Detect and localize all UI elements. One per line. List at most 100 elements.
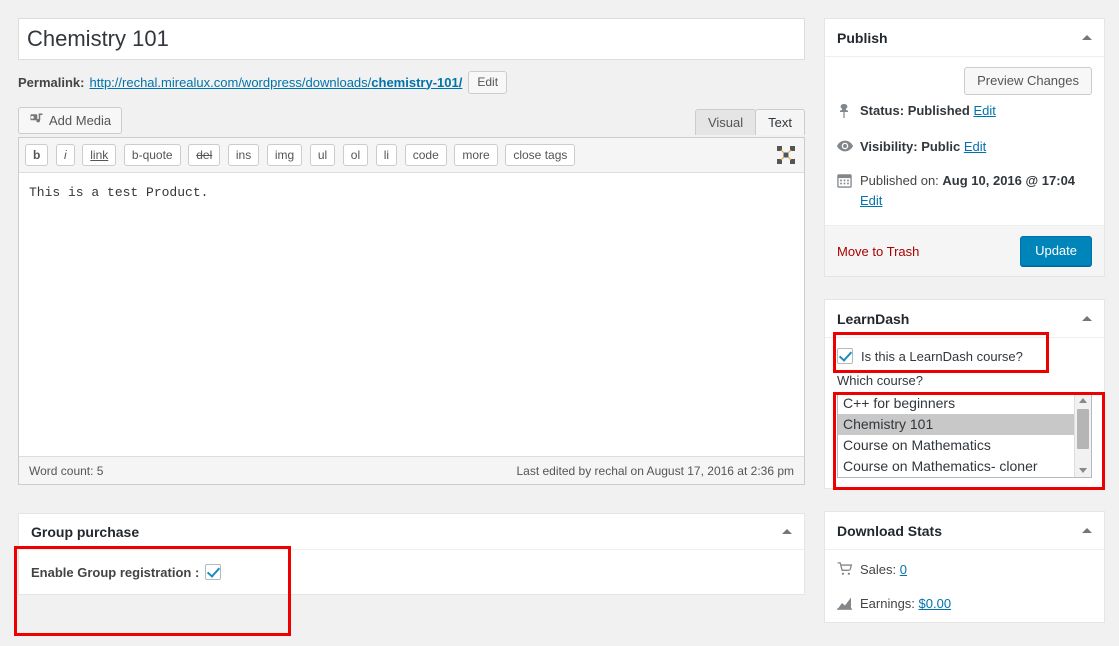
preview-changes-button[interactable]: Preview Changes — [964, 67, 1092, 95]
publish-action-bar: Move to Trash Update — [825, 225, 1104, 276]
publish-header: Publish — [825, 19, 1104, 57]
which-course-label: Which course? — [837, 373, 923, 388]
group-purchase-panel: Group purchase Enable Group registration… — [18, 513, 805, 595]
enable-group-registration-checkbox[interactable] — [205, 564, 222, 580]
is-learndash-course-label: Is this a LearnDash course? — [861, 348, 1023, 364]
media-note-icon — [29, 112, 44, 130]
earnings-text: Earnings: $0.00 — [860, 594, 951, 614]
group-purchase-title: Group purchase — [31, 523, 140, 540]
editor-mode-tabs: Visual Text — [694, 109, 805, 135]
publish-title: Publish — [837, 29, 888, 46]
status-label: Status: — [860, 103, 905, 118]
last-edited-info: Last edited by rechal on August 17, 2016… — [516, 463, 794, 478]
status-text: Status: Published Edit — [860, 101, 996, 121]
sidebar-column: Publish Preview Changes Status: Publishe… — [824, 18, 1105, 645]
published-on-row: Published on: Aug 10, 2016 @ 17:04 Edit — [825, 165, 1104, 217]
qt-button-li[interactable]: li — [375, 144, 398, 166]
download-stats-toggle-icon[interactable] — [1082, 528, 1092, 533]
main-editor-column: Permalink: http://rechal.mirealux.com/wo… — [18, 18, 805, 595]
permalink-url-prefix: http://rechal.mirealux.com/wordpress/dow… — [89, 74, 372, 90]
edit-published-date-link[interactable]: Edit — [860, 193, 882, 208]
publish-toggle-icon[interactable] — [1082, 35, 1092, 40]
sales-text: Sales: 0 — [860, 560, 907, 580]
qt-button-more[interactable]: more — [454, 144, 498, 166]
qt-button-b[interactable]: b — [25, 144, 49, 166]
editor-box: b i link b-quote del ins img ul ol li co… — [18, 137, 805, 485]
add-media-label: Add Media — [49, 113, 112, 128]
update-button[interactable]: Update — [1020, 236, 1092, 266]
publish-actions-row: Preview Changes — [825, 57, 1104, 95]
qt-button-close-tags[interactable]: close tags — [505, 144, 576, 166]
permalink-slug: chemistry-101/ — [371, 74, 463, 90]
sales-row: Sales: 0 — [825, 550, 1104, 588]
qt-button-ins[interactable]: ins — [227, 144, 260, 166]
qt-button-ol[interactable]: ol — [342, 144, 369, 166]
course-select-listbox[interactable]: C++ for beginners Chemistry 101 Course o… — [837, 392, 1092, 478]
wordpress-edit-download-screen: Permalink: http://rechal.mirealux.com/wo… — [0, 0, 1119, 646]
earnings-label: Earnings: — [860, 596, 915, 611]
edit-permalink-button[interactable]: Edit — [468, 70, 508, 94]
visibility-value: Public — [921, 139, 961, 154]
sales-value-link[interactable]: 0 — [900, 562, 907, 577]
qt-button-b-quote[interactable]: b-quote — [123, 144, 181, 166]
tab-text[interactable]: Text — [755, 109, 805, 135]
download-stats-title: Download Stats — [837, 522, 943, 539]
qt-button-code[interactable]: code — [404, 144, 447, 166]
course-option-selected[interactable]: Chemistry 101 — [838, 414, 1091, 435]
group-purchase-toggle-icon[interactable] — [782, 529, 792, 534]
earnings-value-link[interactable]: $0.00 — [919, 596, 952, 611]
word-count: Word count: 5 — [29, 463, 104, 478]
download-stats-panel: Download Stats Sales: 0 Earnings: $0.00 — [824, 511, 1105, 623]
eye-icon — [837, 139, 853, 159]
qt-button-img[interactable]: img — [266, 144, 303, 166]
post-content-textarea[interactable]: This is a test Product. — [19, 172, 804, 456]
course-option[interactable]: Course on Mathematics- cloner — [838, 456, 1091, 477]
scrollbar-thumb[interactable] — [1077, 409, 1089, 449]
qt-button-del[interactable]: del — [188, 144, 221, 166]
post-title-input[interactable] — [18, 18, 805, 60]
scroll-down-arrow-icon[interactable] — [1075, 463, 1091, 477]
group-purchase-header: Group purchase — [19, 514, 804, 550]
publish-panel: Publish Preview Changes Status: Publishe… — [824, 18, 1105, 277]
fullscreen-expand-icon[interactable] — [776, 145, 796, 165]
status-row: Status: Published Edit — [825, 95, 1104, 131]
published-on-text: Published on: Aug 10, 2016 @ 17:04 Edit — [860, 171, 1075, 211]
is-learndash-course-row: Is this a LearnDash course? — [837, 348, 1092, 364]
permalink-label: Permalink: — [18, 74, 85, 90]
permalink-link[interactable]: http://rechal.mirealux.com/wordpress/dow… — [89, 75, 462, 90]
group-purchase-body: Enable Group registration : — [19, 550, 804, 594]
learndash-toggle-icon[interactable] — [1082, 316, 1092, 321]
editor-footer: Word count: 5 Last edited by rechal on A… — [19, 456, 804, 484]
course-list-scrollbar[interactable] — [1074, 393, 1091, 477]
scroll-up-arrow-icon[interactable] — [1075, 393, 1091, 407]
earnings-row: Earnings: $0.00 — [825, 588, 1104, 622]
tab-visual[interactable]: Visual — [694, 109, 757, 135]
published-on-value: Aug 10, 2016 @ 17:04 — [942, 173, 1076, 188]
move-to-trash-link[interactable]: Move to Trash — [837, 244, 919, 259]
qt-button-ul[interactable]: ul — [309, 144, 336, 166]
download-stats-header: Download Stats — [825, 512, 1104, 550]
quicktags-toolbar: b i link b-quote del ins img ul ol li co… — [19, 138, 804, 172]
visibility-text: Visibility: Public Edit — [860, 137, 986, 157]
learndash-header: LearnDash — [825, 300, 1104, 338]
visibility-row: Visibility: Public Edit — [825, 131, 1104, 165]
course-option[interactable]: C++ for beginners — [838, 393, 1091, 414]
is-learndash-course-checkbox[interactable] — [837, 348, 853, 364]
learndash-title: LearnDash — [837, 310, 910, 327]
qt-button-i[interactable]: i — [55, 144, 75, 166]
pin-icon — [837, 103, 853, 125]
media-and-tabs-row: Add Media Visual Text — [18, 107, 805, 137]
course-option[interactable]: Course on Mathematics — [838, 435, 1091, 456]
qt-button-link[interactable]: link — [82, 144, 117, 166]
add-media-button[interactable]: Add Media — [18, 107, 123, 134]
permalink-row: Permalink: http://rechal.mirealux.com/wo… — [18, 69, 805, 95]
visibility-label: Visibility: — [860, 139, 918, 154]
sales-label: Sales: — [860, 562, 897, 577]
enable-group-registration-label: Enable Group registration : — [31, 564, 200, 580]
calendar-icon — [837, 173, 853, 194]
status-value: Published — [907, 103, 970, 118]
edit-visibility-link[interactable]: Edit — [964, 139, 986, 154]
chart-icon — [837, 596, 853, 616]
edit-status-link[interactable]: Edit — [973, 103, 995, 118]
learndash-panel: LearnDash Is this a LearnDash course? Wh… — [824, 299, 1105, 489]
